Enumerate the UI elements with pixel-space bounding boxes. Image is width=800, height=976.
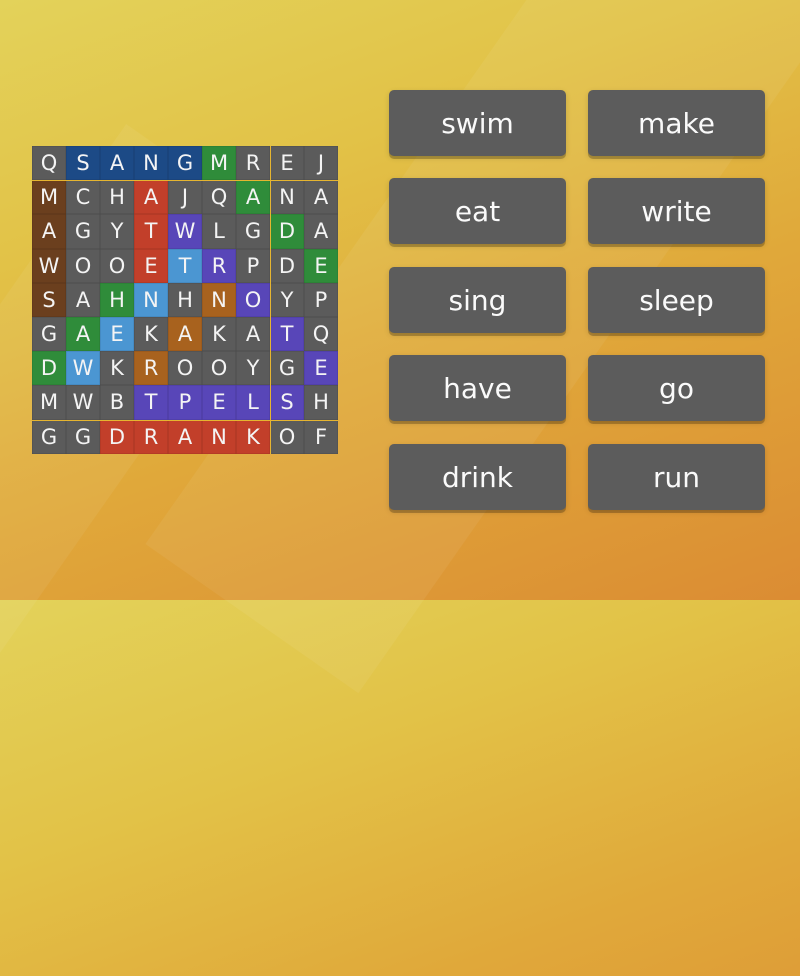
grid-cell[interactable]: M bbox=[202, 146, 236, 181]
grid-cell[interactable]: S bbox=[270, 385, 304, 420]
grid-cell[interactable]: K bbox=[134, 316, 168, 352]
grid-cell[interactable]: N bbox=[270, 180, 304, 215]
grid-cell[interactable]: O bbox=[100, 248, 134, 283]
grid-cell[interactable]: A bbox=[236, 316, 270, 352]
grid-cell[interactable]: S bbox=[32, 282, 66, 317]
grid-cell[interactable]: T bbox=[168, 248, 202, 283]
grid-cell[interactable]: A bbox=[236, 180, 270, 215]
grid-cell[interactable]: G bbox=[66, 419, 100, 454]
grid-cell[interactable]: G bbox=[66, 214, 100, 249]
grid-cell[interactable]: H bbox=[100, 180, 134, 215]
grid-cell[interactable]: J bbox=[304, 146, 338, 181]
grid-cell[interactable]: R bbox=[202, 248, 236, 283]
grid-cell[interactable]: P bbox=[236, 248, 270, 283]
grid-cell[interactable]: P bbox=[168, 385, 202, 420]
grid-cell[interactable]: J bbox=[168, 180, 202, 215]
grid-cell[interactable]: W bbox=[66, 351, 100, 386]
grid-cell[interactable]: G bbox=[168, 146, 202, 181]
word-button-run[interactable]: run bbox=[588, 444, 765, 510]
grid-cell[interactable]: A bbox=[66, 282, 100, 317]
word-button-swim[interactable]: swim bbox=[389, 90, 566, 156]
grid-cell[interactable]: O bbox=[66, 248, 100, 283]
grid-cell[interactable]: G bbox=[270, 351, 304, 386]
grid-cell[interactable]: H bbox=[304, 385, 338, 420]
grid-cell[interactable]: Q bbox=[202, 180, 236, 215]
grid-cell[interactable]: K bbox=[100, 351, 134, 386]
grid-cell[interactable]: O bbox=[270, 419, 304, 454]
grid-cell[interactable]: G bbox=[236, 214, 270, 249]
grid-cell[interactable]: E bbox=[100, 316, 134, 352]
grid-cell[interactable]: O bbox=[168, 351, 202, 386]
grid-cell[interactable]: O bbox=[236, 282, 270, 317]
grid-cell[interactable]: Y bbox=[270, 282, 304, 317]
grid-cell[interactable]: E bbox=[304, 351, 338, 386]
grid-cell[interactable]: Y bbox=[100, 214, 134, 249]
grid-cell[interactable]: A bbox=[304, 180, 338, 215]
word-button-make[interactable]: make bbox=[588, 90, 765, 156]
grid-cell[interactable]: A bbox=[168, 419, 202, 454]
grid-cell[interactable]: N bbox=[134, 146, 168, 181]
grid-cell[interactable]: N bbox=[202, 282, 236, 317]
grid-cell[interactable]: T bbox=[270, 316, 304, 352]
grid-cell[interactable]: D bbox=[32, 351, 66, 386]
grid-cell[interactable]: L bbox=[202, 214, 236, 249]
word-button-write[interactable]: write bbox=[588, 178, 765, 244]
grid-cell[interactable]: W bbox=[32, 248, 66, 283]
word-button-eat[interactable]: eat bbox=[389, 178, 566, 244]
grid-cell[interactable]: D bbox=[100, 419, 134, 454]
grid-cell[interactable]: P bbox=[304, 282, 338, 317]
grid-cell[interactable]: A bbox=[66, 316, 100, 352]
word-button-sing[interactable]: sing bbox=[389, 267, 566, 333]
grid-cell[interactable]: Q bbox=[32, 146, 66, 181]
grid-cell[interactable]: L bbox=[236, 385, 270, 420]
grid-cell[interactable]: D bbox=[270, 248, 304, 283]
grid-cell[interactable]: G bbox=[32, 316, 66, 352]
grid-cell[interactable]: O bbox=[202, 351, 236, 386]
grid-cell[interactable]: K bbox=[236, 419, 270, 454]
grid-cell[interactable]: M bbox=[32, 385, 66, 420]
grid-cell[interactable]: E bbox=[134, 248, 168, 283]
grid-cell[interactable]: C bbox=[66, 180, 100, 215]
grid-cell[interactable]: A bbox=[304, 214, 338, 249]
word-button-go[interactable]: go bbox=[588, 355, 765, 421]
grid-cell[interactable]: W bbox=[168, 214, 202, 249]
grid-cell[interactable]: R bbox=[134, 419, 168, 454]
grid-cell[interactable]: N bbox=[134, 282, 168, 317]
grid-cell[interactable]: W bbox=[66, 385, 100, 420]
wordsearch-grid: QSANGMREJMCHAJQANAAGYTWLGDAWOOETRPDESAHN… bbox=[32, 146, 338, 454]
grid-cell[interactable]: E bbox=[270, 146, 304, 181]
grid-cell[interactable]: R bbox=[134, 351, 168, 386]
grid-cell[interactable]: H bbox=[168, 282, 202, 317]
grid-cell[interactable]: H bbox=[100, 282, 134, 317]
grid-cell[interactable]: T bbox=[134, 385, 168, 420]
grid-cell[interactable]: S bbox=[66, 146, 100, 181]
grid-cell[interactable]: A bbox=[134, 180, 168, 215]
grid-cell[interactable]: R bbox=[236, 146, 270, 181]
word-button-sleep[interactable]: sleep bbox=[588, 267, 765, 333]
grid-cell[interactable]: F bbox=[304, 419, 338, 454]
grid-cell[interactable]: E bbox=[304, 248, 338, 283]
grid-cell[interactable]: E bbox=[202, 385, 236, 420]
grid-cell[interactable]: K bbox=[202, 316, 236, 352]
grid-cell[interactable]: A bbox=[100, 146, 134, 181]
grid-cell[interactable]: N bbox=[202, 419, 236, 454]
grid-cell[interactable]: D bbox=[270, 214, 304, 249]
word-button-have[interactable]: have bbox=[389, 355, 566, 421]
grid-cell[interactable]: T bbox=[134, 214, 168, 249]
grid-cell[interactable]: Y bbox=[236, 351, 270, 386]
grid-cell[interactable]: M bbox=[32, 180, 66, 215]
grid-cell[interactable]: A bbox=[32, 214, 66, 249]
word-button-drink[interactable]: drink bbox=[389, 444, 566, 510]
grid-cell[interactable]: A bbox=[168, 316, 202, 352]
grid-cell[interactable]: Q bbox=[304, 316, 338, 352]
grid-cell[interactable]: B bbox=[100, 385, 134, 420]
grid-cell[interactable]: G bbox=[32, 419, 66, 454]
